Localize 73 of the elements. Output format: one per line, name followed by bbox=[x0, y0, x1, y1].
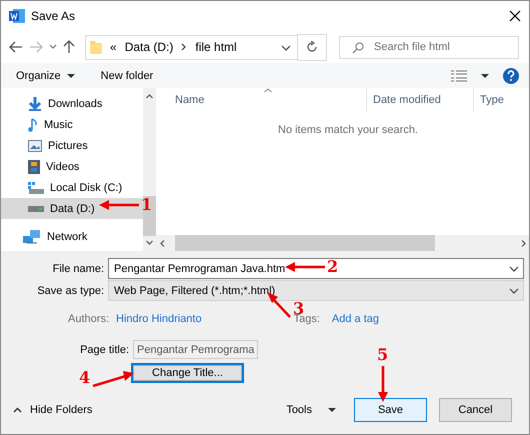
film-icon bbox=[28, 160, 40, 174]
empty-message: No items match your search. bbox=[278, 124, 419, 136]
annotation-arrow bbox=[92, 371, 134, 387]
caret-down-icon bbox=[328, 408, 336, 412]
scrollbar-thumb[interactable] bbox=[143, 196, 156, 236]
tools-button[interactable]: Tools bbox=[286, 404, 336, 416]
scrollbar-thumb[interactable] bbox=[175, 235, 435, 251]
up-arrow-icon[interactable] bbox=[63, 40, 75, 54]
field-label: Save as type: bbox=[36, 284, 105, 296]
window-title: Save As bbox=[31, 9, 76, 23]
sort-caret-icon bbox=[264, 88, 272, 93]
chevron-down-icon bbox=[509, 265, 519, 272]
annotation-arrow bbox=[378, 366, 388, 402]
sidebar-item[interactable]: Videos bbox=[1, 156, 143, 177]
page-title-label: Page title: bbox=[79, 344, 129, 356]
sidebar-item[interactable]: Data (D:) bbox=[1, 198, 143, 219]
column-header[interactable]: Type bbox=[474, 88, 529, 112]
page-title-field: Pengantar Pemrograma bbox=[133, 340, 258, 359]
change-title-button[interactable]: Change Title... bbox=[131, 363, 244, 383]
annotation-arrow bbox=[99, 200, 139, 210]
annotation-arrow bbox=[285, 262, 325, 272]
column-header[interactable]: Date modified bbox=[367, 88, 474, 112]
sidebar-item[interactable]: Network bbox=[1, 226, 143, 247]
annotation-number: 1 bbox=[141, 195, 152, 214]
scroll-down-icon[interactable] bbox=[146, 240, 153, 245]
annotation-number: 4 bbox=[79, 368, 90, 387]
close-icon[interactable] bbox=[509, 10, 521, 22]
chevron-down-icon[interactable] bbox=[49, 44, 57, 50]
search-field[interactable]: Search file html bbox=[339, 36, 519, 58]
cancel-button[interactable]: Cancel bbox=[439, 398, 512, 422]
chevron-down-icon[interactable] bbox=[281, 44, 291, 50]
drive-icon bbox=[28, 206, 44, 212]
sidebar-item[interactable]: Pictures bbox=[1, 135, 143, 156]
search-icon bbox=[352, 42, 364, 54]
scroll-left-icon[interactable] bbox=[160, 240, 165, 246]
hide-folders-button[interactable]: Hide Folders bbox=[13, 404, 92, 416]
folder-icon bbox=[90, 40, 102, 54]
annotation-number: 5 bbox=[377, 345, 388, 364]
download-arrow-icon bbox=[28, 96, 42, 110]
caret-down-icon[interactable] bbox=[481, 74, 489, 78]
file-type-dropdown[interactable]: Web Page, Filtered (*.htm;*.html) bbox=[108, 280, 524, 301]
scroll-up-icon[interactable] bbox=[146, 94, 153, 99]
column-header[interactable]: Name bbox=[156, 88, 367, 112]
chevron-up-icon bbox=[13, 407, 22, 413]
view-options-icon[interactable] bbox=[451, 70, 467, 82]
sidebar-item[interactable]: Music bbox=[1, 114, 143, 135]
add-tag-link[interactable]: Add a tag bbox=[332, 313, 379, 325]
sidebar-item[interactable]: Downloads bbox=[1, 93, 143, 114]
help-icon[interactable] bbox=[503, 68, 519, 84]
authors-label: Authors: bbox=[67, 313, 110, 325]
network-icon bbox=[23, 230, 41, 244]
chevron-down-icon bbox=[509, 287, 519, 294]
field-label: File name: bbox=[52, 262, 105, 274]
new-folder-button[interactable]: New folder bbox=[100, 70, 154, 82]
scroll-right-icon[interactable] bbox=[521, 240, 526, 246]
authors-link[interactable]: Hindro Hindrianto bbox=[116, 313, 202, 325]
save-button[interactable]: Save bbox=[354, 398, 427, 422]
music-note-icon bbox=[28, 118, 38, 132]
sidebar-item[interactable]: Local Disk (C:) bbox=[1, 177, 143, 198]
refresh-button[interactable] bbox=[297, 34, 327, 60]
organize-button[interactable]: Organize bbox=[16, 70, 75, 82]
back-arrow-icon[interactable] bbox=[9, 41, 23, 53]
annotation-number: 2 bbox=[327, 257, 338, 276]
overflow-chevron[interactable]: « bbox=[110, 40, 117, 54]
chevron-right-icon bbox=[181, 43, 188, 51]
breadcrumb[interactable]: file html bbox=[195, 40, 237, 54]
address-bar[interactable]: « Data (D:) file html bbox=[85, 34, 298, 60]
breadcrumb[interactable]: Data (D:) bbox=[124, 40, 174, 54]
refresh-icon bbox=[306, 41, 318, 53]
picture-icon bbox=[28, 140, 42, 152]
drive-icon bbox=[28, 182, 44, 194]
caret-down-icon bbox=[66, 74, 75, 78]
word-icon bbox=[9, 8, 25, 24]
